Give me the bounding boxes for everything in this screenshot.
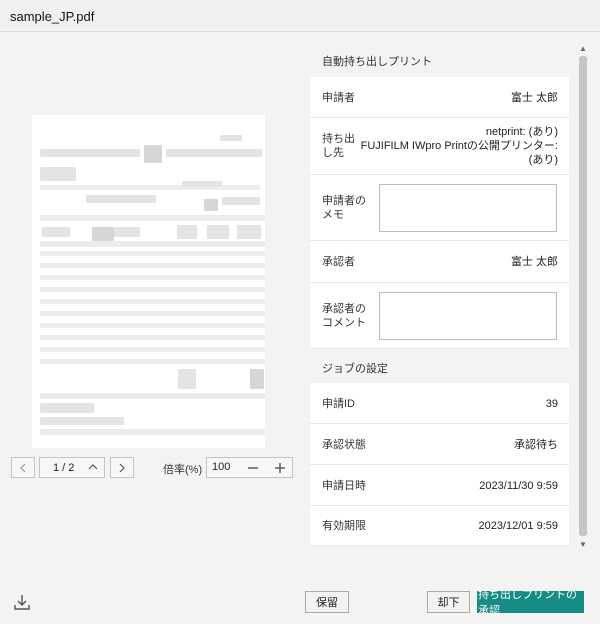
chevron-up-icon — [88, 461, 98, 476]
next-page-button[interactable] — [110, 457, 134, 478]
applicant-memo-label: 申請者の メモ — [322, 194, 366, 222]
blurred-text — [144, 145, 162, 163]
row-request-date: 申請日時 2023/11/30 9:59 — [310, 465, 569, 506]
destination-line-2: FUJIFILM IWpro Printの公開プリンター: — [360, 140, 558, 152]
scrollbar[interactable]: ▲ ▼ — [578, 44, 588, 550]
reject-button[interactable]: 却下 — [427, 591, 470, 613]
blurred-text — [178, 369, 196, 389]
row-applicant-memo: 申請者の メモ — [310, 175, 569, 241]
row-expiry: 有効期限 2023/12/01 9:59 — [310, 506, 569, 546]
blurred-text — [40, 323, 265, 328]
zoom-value[interactable]: 100 — [212, 461, 230, 473]
row-applicant: 申請者 富士 太郎 — [310, 77, 569, 118]
blurred-text — [40, 347, 265, 352]
status-value: 承認待ち — [514, 439, 558, 451]
blurred-text — [40, 263, 265, 268]
page-indicator: 1 / 2 — [53, 461, 75, 474]
row-approver: 承認者 富士 太郎 — [310, 241, 569, 283]
scroll-down-icon[interactable]: ▼ — [578, 540, 588, 549]
zoom-label: 倍率(%) — [163, 464, 203, 476]
approver-comment-label-line1: 承認者の — [322, 303, 366, 315]
blurred-text — [40, 299, 265, 304]
scroll-up-icon[interactable]: ▲ — [578, 44, 588, 53]
blurred-text — [86, 195, 156, 203]
blurred-text — [40, 215, 265, 221]
section-title-auto-print: 自動持ち出しプリント — [322, 56, 432, 68]
request-date-label: 申請日時 — [322, 480, 366, 492]
blurred-text — [40, 241, 265, 247]
approve-button[interactable]: 持ち出しプリントの承認 — [477, 589, 584, 617]
prev-page-button[interactable] — [11, 457, 35, 478]
blurred-text — [204, 199, 218, 211]
blurred-text — [40, 311, 265, 316]
scrollbar-thumb[interactable] — [579, 56, 587, 536]
destination-value: netprint: (あり) FUJIFILM IWpro Printの公開プリ… — [361, 125, 558, 167]
zoom-out-button[interactable] — [240, 458, 266, 477]
section-title-job: ジョブの設定 — [322, 363, 388, 375]
blurred-text — [40, 149, 140, 157]
blurred-text — [40, 287, 265, 292]
page-selector[interactable]: 1 / 2 — [39, 457, 105, 478]
blurred-text — [250, 369, 264, 389]
blurred-text — [92, 227, 114, 241]
blurred-text — [182, 181, 222, 187]
minus-icon — [248, 466, 258, 469]
row-approver-comment: 承認者の コメント — [310, 283, 569, 349]
applicant-memo-label-line2: メモ — [322, 209, 344, 221]
hold-button[interactable]: 保留 — [305, 591, 349, 613]
blurred-text — [40, 403, 94, 413]
expiry-value: 2023/12/01 9:59 — [478, 520, 558, 532]
blurred-text — [40, 417, 124, 425]
expiry-label: 有効期限 — [322, 520, 366, 532]
applicant-memo-box — [379, 184, 557, 232]
applicant-memo-label-line1: 申請者の — [322, 195, 366, 207]
applicant-value: 富士 太郎 — [510, 92, 558, 104]
blurred-text — [222, 197, 260, 205]
request-id-value: 39 — [545, 398, 558, 410]
request-id-label: 申請ID — [322, 398, 355, 410]
blurred-text — [220, 135, 242, 141]
download-icon[interactable] — [13, 593, 31, 611]
approver-comment-label: 承認者の コメント — [322, 302, 366, 330]
blurred-text — [40, 393, 265, 399]
approver-label: 承認者 — [322, 256, 355, 268]
row-request-id: 申請ID 39 — [310, 383, 569, 424]
blurred-text — [237, 225, 261, 239]
blurred-text — [207, 225, 229, 239]
blurred-text — [166, 149, 262, 157]
approver-value: 富士 太郎 — [510, 256, 558, 268]
plus-icon — [275, 462, 285, 473]
destination-line-3: (あり) — [528, 154, 558, 166]
blurred-text — [40, 251, 265, 256]
blurred-text — [40, 429, 265, 435]
destination-line-1: netprint: (あり) — [485, 126, 558, 138]
window-title: sample_JP.pdf — [0, 0, 600, 32]
blurred-text — [40, 335, 265, 340]
request-date-value: 2023/11/30 9:59 — [479, 480, 558, 492]
zoom-control: 100 — [206, 457, 293, 478]
destination-label: 持ち出し先 — [322, 133, 355, 159]
blurred-text — [114, 227, 140, 237]
row-destination: 持ち出し先 netprint: (あり) FUJIFILM IWpro Prin… — [310, 118, 569, 175]
chevron-right-icon — [119, 463, 125, 472]
row-status: 承認状態 承認待ち — [310, 424, 569, 465]
blurred-text — [42, 227, 70, 237]
blurred-text — [40, 359, 265, 364]
blurred-text — [40, 275, 265, 280]
blurred-text — [40, 167, 76, 181]
approver-comment-input[interactable] — [379, 292, 557, 340]
chevron-left-icon — [20, 463, 26, 472]
approver-comment-label-line2: コメント — [322, 317, 366, 329]
pdf-page-preview[interactable] — [32, 115, 265, 448]
status-label: 承認状態 — [322, 439, 366, 451]
blurred-text — [177, 225, 197, 239]
blurred-text — [40, 185, 260, 190]
zoom-in-button[interactable] — [267, 458, 293, 477]
applicant-label: 申請者 — [322, 92, 355, 104]
